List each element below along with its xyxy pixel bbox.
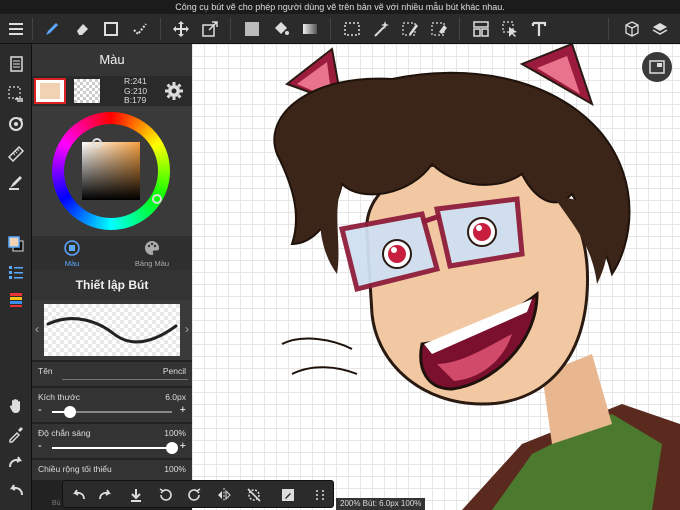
partial-label: Bú xyxy=(52,500,61,507)
opacity-decrease-button[interactable]: - xyxy=(38,440,42,452)
brush-list-icon[interactable] xyxy=(4,260,28,284)
size-increase-button[interactable]: + xyxy=(180,404,186,416)
rotate-right-icon[interactable] xyxy=(183,484,205,506)
more-grid-icon[interactable] xyxy=(309,484,331,506)
gradient-tool-icon[interactable] xyxy=(298,17,322,41)
brush-preview: ‹ › xyxy=(32,300,192,360)
brush-tool-icon[interactable] xyxy=(40,17,64,41)
opacity-slider-knob[interactable] xyxy=(166,442,178,454)
drawing-canvas[interactable] xyxy=(192,44,680,510)
frame-divider-icon[interactable] xyxy=(469,17,493,41)
color-wheel-area xyxy=(32,106,192,236)
edit-layer-icon[interactable] xyxy=(277,484,299,506)
brush-size-label: Kích thước xyxy=(38,392,80,402)
3d-material-icon[interactable] xyxy=(620,17,644,41)
rgb-readout: R:241 G:210 B:179 xyxy=(124,76,147,106)
tab-color[interactable]: Màu xyxy=(32,236,112,270)
select-object-icon[interactable] xyxy=(498,17,522,41)
tab-palette[interactable]: Bảng Màu xyxy=(112,236,192,270)
rectangle-tool-icon[interactable] xyxy=(99,17,123,41)
brush-opacity-row: Độ chắn sáng 100% - + xyxy=(32,424,192,458)
brush-size-row: Kích thước 6.0px - + xyxy=(32,388,192,422)
brush-name-row[interactable]: Tên Pencil xyxy=(32,362,192,386)
document-icon[interactable] xyxy=(4,52,28,76)
swatch-row: R:241 G:210 B:179 xyxy=(32,76,192,106)
tab-palette-label: Bảng Màu xyxy=(134,259,170,268)
brush-settings-title: Thiết lập Bút xyxy=(32,270,192,300)
color-mode-tabs: Màu Bảng Màu xyxy=(32,236,192,270)
brush-name-label: Tên xyxy=(38,366,53,376)
navigator-icon xyxy=(649,60,665,74)
brush-min-width-label: Chiều rộng tối thiểu xyxy=(38,464,112,474)
rgb-b: B:179 xyxy=(124,95,147,105)
brush-stroke-preview xyxy=(44,304,180,356)
brush-name-value: Pencil xyxy=(162,366,186,376)
fill-brush-icon[interactable] xyxy=(4,170,28,194)
select-eraser-icon[interactable] xyxy=(427,17,451,41)
selection-layer-icon[interactable] xyxy=(4,82,28,106)
brush-size-value: 6.0px xyxy=(165,392,186,402)
brush-min-width-row: Chiều rộng tối thiểu 100% xyxy=(32,460,192,480)
main-color-swatch[interactable] xyxy=(34,78,66,104)
bottom-redo-icon[interactable] xyxy=(95,484,117,506)
save-download-icon[interactable] xyxy=(125,484,147,506)
next-brush-arrow[interactable]: › xyxy=(185,322,189,336)
palette-layers-icon[interactable] xyxy=(4,288,28,312)
snap-off-icon[interactable] xyxy=(243,484,265,506)
transform-tool-icon[interactable] xyxy=(198,17,222,41)
text-tool-icon[interactable] xyxy=(527,17,551,41)
ruler-icon[interactable] xyxy=(4,142,28,166)
brush-opacity-value: 100% xyxy=(164,428,186,438)
layers-icon[interactable] xyxy=(648,17,672,41)
rotate-left-icon[interactable] xyxy=(155,484,177,506)
color-swatch-icon[interactable] xyxy=(4,232,28,256)
color-circle-icon xyxy=(64,240,80,256)
sv-picker-ring[interactable] xyxy=(92,138,102,148)
eyedropper-icon[interactable] xyxy=(4,422,28,446)
menu-icon[interactable] xyxy=(4,17,28,41)
hand-tool-icon[interactable] xyxy=(4,394,28,418)
fill-color-icon[interactable] xyxy=(240,17,264,41)
navigator-button[interactable] xyxy=(642,52,672,82)
size-slider-knob[interactable] xyxy=(64,406,76,418)
color-panel-title: Màu xyxy=(32,44,192,76)
left-tool-column xyxy=(0,44,32,510)
status-hint: Công cụ bút vẽ cho phép người dùng vẽ tr… xyxy=(0,0,680,14)
character-artwork xyxy=(273,44,680,510)
saturation-value-square[interactable] xyxy=(82,142,140,200)
move-tool-icon[interactable] xyxy=(169,17,193,41)
tab-color-label: Màu xyxy=(64,259,80,268)
gear-icon[interactable] xyxy=(164,81,184,101)
zoom-brush-info: 200% Bút: 6.0px 100% xyxy=(336,498,426,510)
hue-picker-ring[interactable] xyxy=(152,194,162,204)
color-panel: Màu R:241 G:210 B:179 Màu Bảng Màu xyxy=(32,44,192,270)
bottom-undo-icon[interactable] xyxy=(67,484,89,506)
selection-brush-icon[interactable] xyxy=(128,17,152,41)
brush-min-width-value: 100% xyxy=(164,464,186,474)
magic-wand-icon[interactable] xyxy=(369,17,393,41)
opacity-increase-button[interactable]: + xyxy=(180,440,186,452)
flip-horizontal-icon[interactable] xyxy=(213,484,235,506)
palette-icon xyxy=(145,240,160,255)
transparent-swatch[interactable] xyxy=(74,79,100,103)
redo-icon[interactable] xyxy=(4,450,28,474)
rotate-canvas-icon[interactable] xyxy=(4,112,28,136)
bucket-tool-icon[interactable] xyxy=(269,17,293,41)
prev-brush-arrow[interactable]: ‹ xyxy=(35,322,39,336)
brush-opacity-label: Độ chắn sáng xyxy=(38,428,91,438)
marquee-tool-icon[interactable] xyxy=(340,17,364,41)
size-decrease-button[interactable]: - xyxy=(38,404,42,416)
select-pen-icon[interactable] xyxy=(398,17,422,41)
undo-icon[interactable] xyxy=(4,478,28,502)
eraser-tool-icon[interactable] xyxy=(70,17,94,41)
brush-size-slider[interactable]: - + xyxy=(38,404,186,418)
brush-opacity-slider[interactable]: - + xyxy=(38,440,186,454)
top-toolbar xyxy=(0,14,680,44)
bottom-action-bar xyxy=(62,480,334,508)
